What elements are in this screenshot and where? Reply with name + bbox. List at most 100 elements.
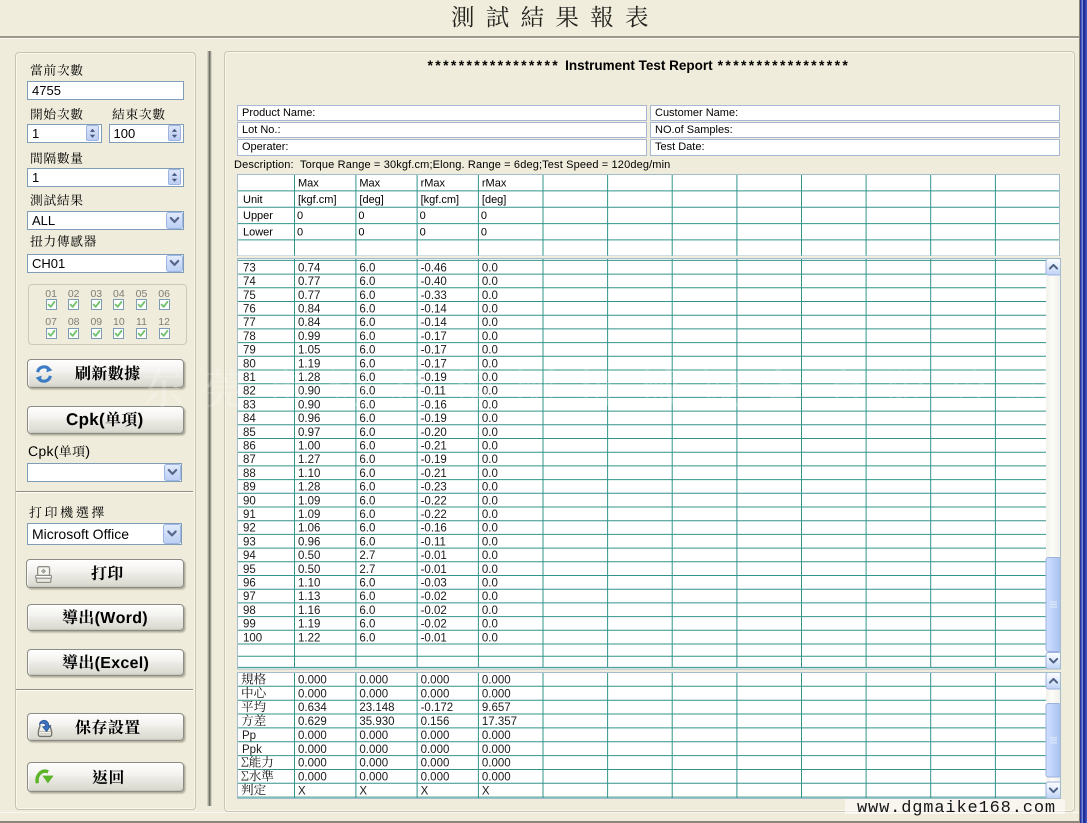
svg-text:0.99: 0.99 (298, 331, 320, 343)
svg-text:rMax: rMax (482, 177, 507, 189)
svg-text:0.000: 0.000 (359, 688, 388, 700)
svg-text:93: 93 (243, 536, 256, 548)
svg-text:0.000: 0.000 (298, 688, 327, 700)
svg-text:1.10: 1.10 (298, 468, 320, 480)
svg-text:77: 77 (243, 317, 256, 329)
svg-text:6.0: 6.0 (359, 578, 375, 590)
svg-text:6.0: 6.0 (359, 345, 375, 357)
svg-text:0.000: 0.000 (298, 772, 327, 784)
svg-text:-0.01: -0.01 (421, 550, 447, 562)
svg-text:-0.19: -0.19 (421, 454, 447, 466)
svg-text:-0.02: -0.02 (421, 619, 447, 631)
svg-text:99: 99 (243, 619, 256, 631)
svg-text:0: 0 (297, 210, 303, 222)
svg-text:1.10: 1.10 (298, 578, 320, 590)
svg-text:0.000: 0.000 (421, 675, 450, 687)
svg-text:6.0: 6.0 (359, 413, 375, 425)
svg-text:[kgf.cm]: [kgf.cm] (421, 193, 460, 205)
svg-text:6.0: 6.0 (359, 482, 375, 494)
svg-text:100: 100 (243, 632, 262, 644)
svg-text:0.634: 0.634 (298, 702, 327, 714)
svg-text:6.0: 6.0 (359, 290, 375, 302)
svg-text:X: X (359, 785, 367, 797)
svg-text:78: 78 (243, 331, 256, 343)
svg-text:74: 74 (243, 276, 256, 288)
svg-text:6.0: 6.0 (359, 605, 375, 617)
svg-text:9.657: 9.657 (482, 702, 511, 714)
svg-text:0.74: 0.74 (298, 262, 321, 274)
svg-text:-0.14: -0.14 (421, 317, 448, 329)
svg-text:2.7: 2.7 (359, 564, 375, 576)
svg-text:0: 0 (420, 210, 426, 222)
svg-text:1.22: 1.22 (298, 632, 320, 644)
svg-text:76: 76 (243, 304, 256, 316)
svg-text:0.0: 0.0 (482, 441, 498, 453)
svg-text:6.0: 6.0 (359, 331, 375, 343)
svg-text:0.000: 0.000 (421, 772, 450, 784)
svg-text:0.000: 0.000 (359, 758, 388, 770)
svg-text:X: X (482, 785, 490, 797)
svg-text:-0.172: -0.172 (421, 702, 454, 714)
svg-text:0.000: 0.000 (359, 772, 388, 784)
svg-text:-0.01: -0.01 (421, 564, 447, 576)
svg-text:-0.46: -0.46 (421, 262, 447, 274)
svg-text:0.0: 0.0 (482, 495, 498, 507)
svg-text:Upper: Upper (243, 210, 273, 222)
svg-text:-0.33: -0.33 (421, 290, 447, 302)
svg-text:0.0: 0.0 (482, 578, 498, 590)
svg-text:6.0: 6.0 (359, 509, 375, 521)
svg-text:6.0: 6.0 (359, 523, 375, 535)
svg-text:97: 97 (243, 591, 256, 603)
svg-text:0.000: 0.000 (482, 675, 511, 687)
svg-text:0.000: 0.000 (482, 688, 511, 700)
svg-text:1.27: 1.27 (298, 454, 320, 466)
svg-text:0.0: 0.0 (482, 262, 498, 274)
svg-text:[deg]: [deg] (359, 193, 383, 205)
svg-text:[kgf.cm]: [kgf.cm] (298, 193, 337, 205)
svg-text:Ppk: Ppk (242, 744, 262, 756)
svg-text:6.0: 6.0 (359, 262, 375, 274)
svg-text:-0.11: -0.11 (421, 536, 446, 548)
svg-text:17.357: 17.357 (482, 716, 517, 728)
svg-text:0: 0 (358, 210, 364, 222)
svg-text:92: 92 (243, 523, 256, 535)
svg-text:0: 0 (481, 226, 487, 238)
svg-text:0.000: 0.000 (359, 675, 388, 687)
svg-text:1.13: 1.13 (298, 591, 320, 603)
svg-text:95: 95 (243, 564, 256, 576)
svg-text:0.000: 0.000 (359, 744, 388, 756)
svg-text:0.156: 0.156 (421, 716, 450, 728)
svg-text:0.000: 0.000 (298, 758, 327, 770)
svg-text:rMax: rMax (421, 177, 446, 189)
svg-text:0: 0 (481, 210, 487, 222)
svg-text:88: 88 (243, 468, 256, 480)
svg-text:0.0: 0.0 (482, 304, 498, 316)
svg-text:0.0: 0.0 (482, 345, 498, 357)
svg-text:6.0: 6.0 (359, 441, 375, 453)
svg-text:0.000: 0.000 (482, 730, 511, 742)
svg-text:-0.20: -0.20 (421, 427, 447, 439)
svg-text:0.000: 0.000 (298, 730, 327, 742)
svg-text:91: 91 (243, 509, 256, 521)
svg-text:0.0: 0.0 (482, 632, 498, 644)
svg-text:Max: Max (359, 177, 380, 189)
svg-text:0.0: 0.0 (482, 413, 498, 425)
svg-text:6.0: 6.0 (359, 591, 375, 603)
svg-text:6.0: 6.0 (359, 468, 375, 480)
svg-text:75: 75 (243, 290, 256, 302)
svg-text:-0.22: -0.22 (421, 495, 447, 507)
svg-text:73: 73 (243, 262, 256, 274)
svg-text:6.0: 6.0 (359, 536, 375, 548)
svg-text:0: 0 (297, 226, 303, 238)
svg-text:0.0: 0.0 (482, 550, 498, 562)
svg-text:0.77: 0.77 (298, 276, 320, 288)
svg-text:0.000: 0.000 (421, 758, 450, 770)
svg-text:0.000: 0.000 (482, 744, 511, 756)
svg-text:0: 0 (358, 226, 364, 238)
svg-text:87: 87 (243, 454, 256, 466)
svg-text:0.0: 0.0 (482, 482, 498, 494)
svg-text:0.0: 0.0 (482, 619, 498, 631)
svg-text:0.0: 0.0 (482, 509, 498, 521)
svg-text:0.629: 0.629 (298, 716, 327, 728)
svg-text:-0.40: -0.40 (421, 276, 447, 288)
